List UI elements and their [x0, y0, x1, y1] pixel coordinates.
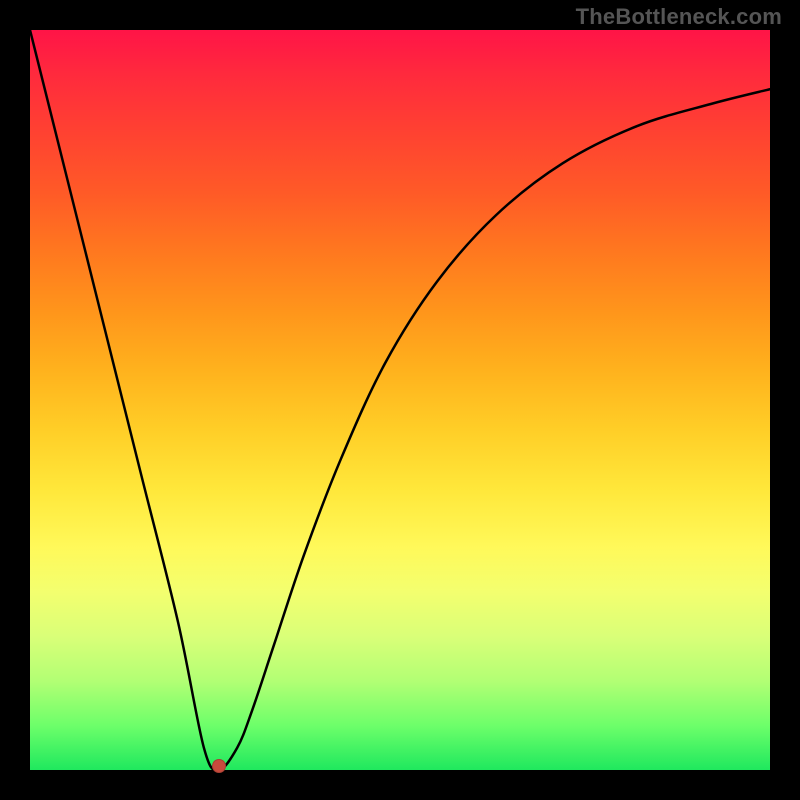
optimal-point-marker: [212, 759, 226, 773]
chart-frame: TheBottleneck.com: [0, 0, 800, 800]
bottleneck-curve: [30, 30, 770, 770]
plot-area: [30, 30, 770, 770]
watermark-text: TheBottleneck.com: [576, 4, 782, 30]
